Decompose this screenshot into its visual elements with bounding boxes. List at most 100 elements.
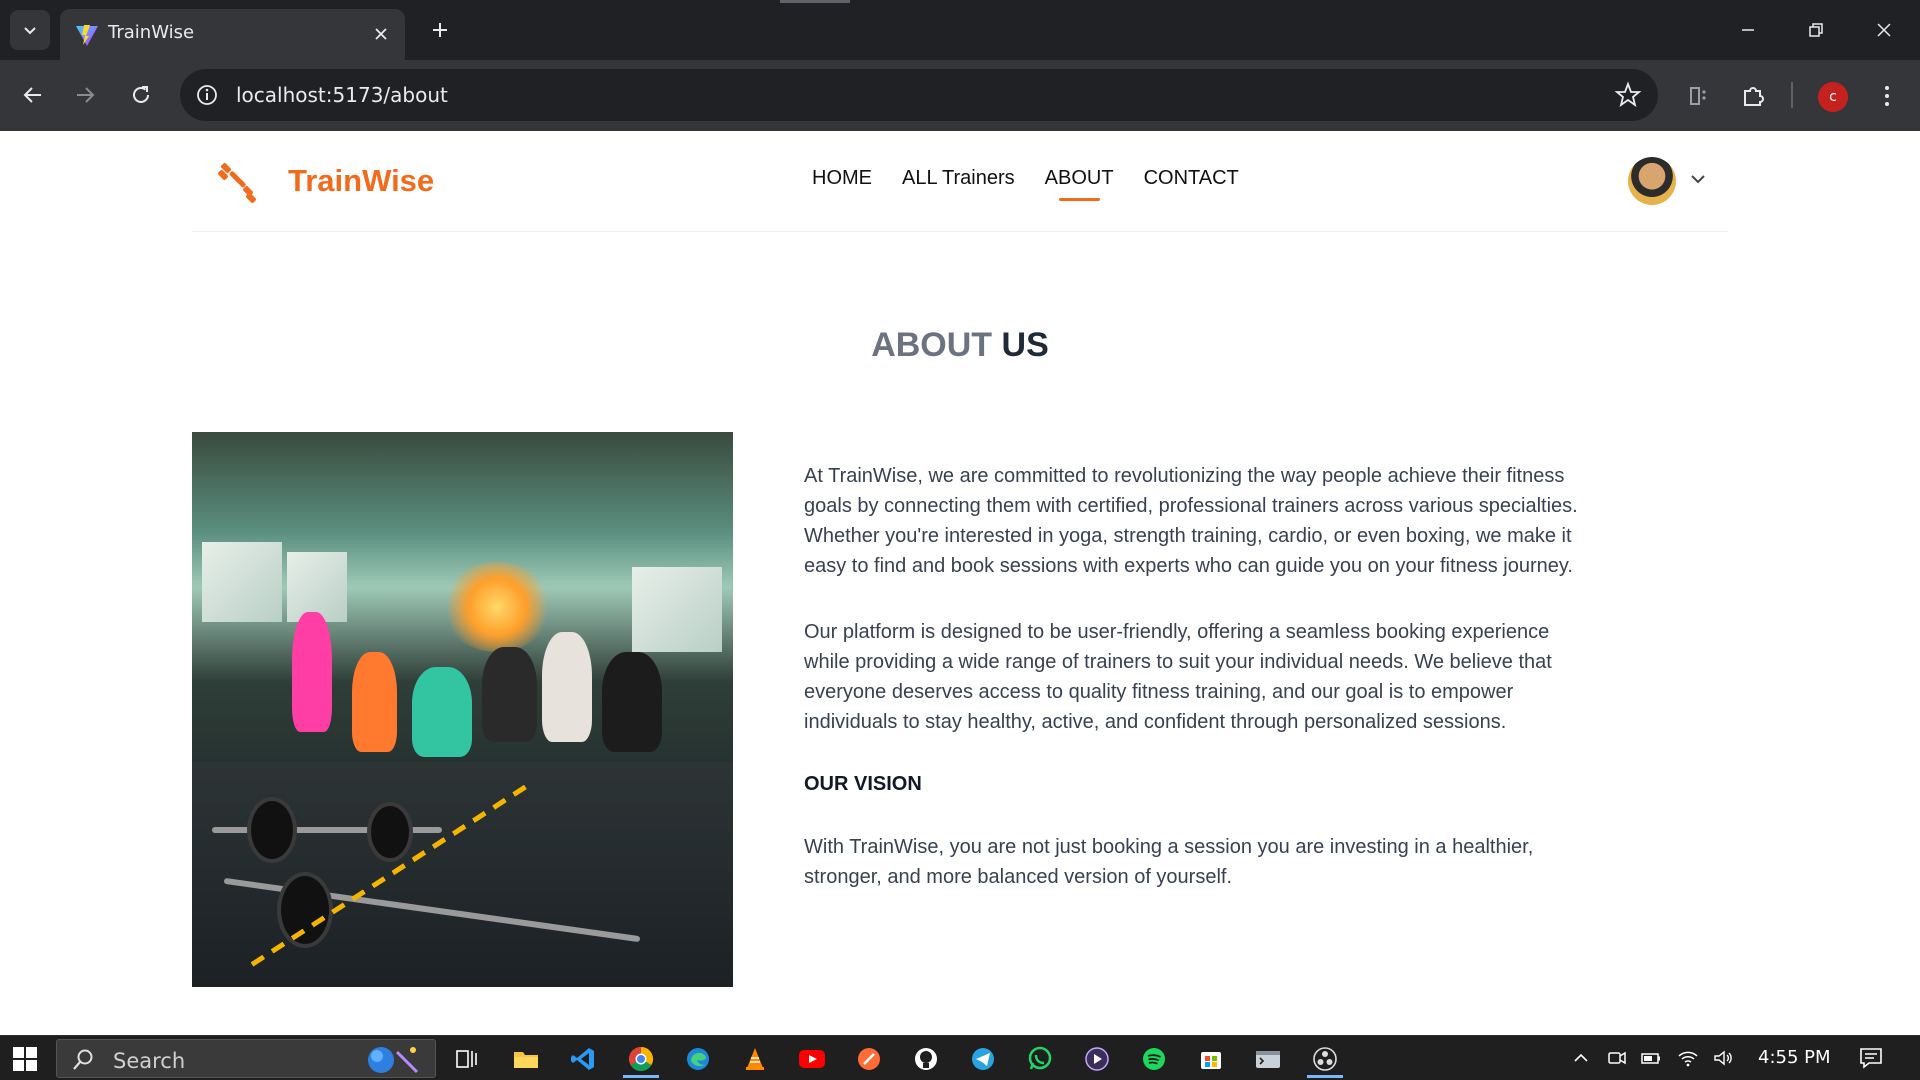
media-player-icon — [1085, 1047, 1109, 1071]
windows-start-icon[interactable] — [12, 1046, 38, 1072]
vision-heading: OUR VISION — [804, 773, 922, 795]
forward-button[interactable] — [64, 74, 106, 116]
camera-icon — [1608, 1051, 1626, 1065]
taskbar-whatsapp[interactable] — [1016, 1040, 1064, 1078]
whatsapp-icon — [1028, 1046, 1052, 1070]
volume-icon — [1714, 1050, 1732, 1066]
close-icon — [375, 28, 387, 40]
search-icon — [73, 1049, 93, 1070]
battery-icon — [1641, 1053, 1660, 1064]
github-icon — [915, 1048, 937, 1070]
taskbar-media-player[interactable] — [1073, 1040, 1121, 1078]
about-content: At TrainWise, we are committed to revolu… — [804, 461, 1580, 928]
address-bar[interactable]: localhost:5173/about — [180, 69, 1658, 121]
tray-meet-now[interactable] — [1606, 1047, 1628, 1069]
photo-sunlight — [442, 562, 552, 652]
tab-close-button[interactable] — [369, 22, 393, 46]
photo-person — [412, 667, 472, 757]
page-title-light: ABOUT — [871, 326, 993, 364]
taskbar-obs[interactable] — [1301, 1040, 1349, 1078]
taskbar-vscode[interactable] — [559, 1040, 607, 1078]
tab-search-button[interactable] — [10, 10, 50, 50]
nav-home[interactable]: HOME — [812, 167, 872, 190]
site-logo-text[interactable]: TrainWise — [288, 163, 434, 199]
taskbar-telegram[interactable] — [959, 1040, 1007, 1078]
vite-favicon-icon — [76, 25, 98, 46]
vscode-icon — [571, 1048, 594, 1070]
notification-center-icon[interactable] — [1858, 1045, 1884, 1071]
tab-title: TrainWise — [108, 22, 195, 43]
tray-battery[interactable] — [1640, 1047, 1662, 1069]
url-text[interactable]: localhost:5173/about — [236, 83, 448, 107]
nav-about[interactable]: ABOUT — [1045, 167, 1114, 201]
page-title: ABOUT US — [0, 326, 1920, 365]
taskbar-youtube[interactable] — [788, 1040, 836, 1078]
windows-taskbar: Search 4:55 PM — [0, 1035, 1920, 1080]
minimize-button[interactable] — [1714, 0, 1782, 60]
taskbar-spotify[interactable] — [1130, 1040, 1178, 1078]
store-icon — [1201, 1052, 1221, 1069]
main-nav: HOME ALL Trainers ABOUT CONTACT — [812, 167, 1239, 201]
browser-tab[interactable]: TrainWise — [60, 9, 405, 60]
new-tab-button[interactable] — [422, 12, 458, 48]
reload-button[interactable] — [120, 74, 162, 116]
profile-avatar-button[interactable]: c — [1818, 82, 1848, 112]
tab-drag-indicator — [780, 0, 850, 3]
page-title-bold: US — [1001, 326, 1049, 364]
terminal-icon — [1256, 1051, 1280, 1068]
browser-tabstrip: TrainWise — [0, 0, 1920, 60]
task-view-icon — [456, 1050, 477, 1068]
tray-volume[interactable] — [1712, 1047, 1734, 1069]
extensions-puzzle-icon[interactable] — [1737, 80, 1769, 112]
taskbar-postman[interactable] — [845, 1040, 893, 1078]
arrow-right-icon — [77, 87, 95, 103]
nav-contact[interactable]: CONTACT — [1144, 167, 1239, 190]
taskbar-search-box[interactable]: Search — [56, 1039, 436, 1078]
taskbar-github[interactable] — [902, 1040, 950, 1078]
tray-overflow-button[interactable] — [1570, 1047, 1592, 1069]
photo-person — [482, 647, 537, 742]
about-paragraph-1: At TrainWise, we are committed to revolu… — [804, 465, 1578, 577]
taskbar-chrome[interactable] — [617, 1040, 665, 1078]
chevron-down-icon[interactable] — [1688, 169, 1708, 189]
search-highlight-globe-icon — [368, 1047, 419, 1074]
close-window-button[interactable] — [1850, 0, 1918, 60]
taskbar-clock[interactable]: 4:55 PM — [1758, 1047, 1831, 1068]
restore-button[interactable] — [1782, 0, 1850, 60]
toolbar-separator — [1791, 82, 1793, 108]
photo-person — [542, 632, 592, 742]
extension-cookie-icon[interactable] — [1682, 80, 1714, 112]
chevron-up-icon — [1574, 1053, 1588, 1062]
spotify-icon — [1143, 1048, 1165, 1070]
photo-weight-plate — [247, 797, 297, 863]
restore-icon — [1809, 23, 1823, 37]
photo-weight-plate — [367, 802, 413, 862]
site-info-icon[interactable] — [194, 82, 220, 108]
wifi-icon — [1678, 1051, 1698, 1067]
back-button[interactable] — [12, 74, 54, 116]
user-avatar[interactable] — [1628, 157, 1676, 205]
taskbar-file-explorer[interactable] — [502, 1040, 550, 1078]
vision-paragraph: With TrainWise, you are not just booking… — [804, 836, 1534, 888]
taskbar-terminal[interactable] — [1244, 1040, 1292, 1078]
photo-person — [352, 652, 397, 752]
taskbar-edge[interactable] — [674, 1040, 722, 1078]
tray-wifi[interactable] — [1677, 1047, 1699, 1069]
web-page: TrainWise HOME ALL Trainers ABOUT CONTAC… — [0, 131, 1920, 1035]
kebab-menu-icon — [1885, 86, 1889, 106]
chevron-down-icon — [24, 27, 36, 35]
nav-all-trainers[interactable]: ALL Trainers — [902, 167, 1015, 190]
taskbar-store[interactable] — [1187, 1040, 1235, 1078]
site-header: TrainWise HOME ALL Trainers ABOUT CONTAC… — [192, 131, 1728, 232]
postman-icon — [858, 1048, 880, 1070]
edge-icon — [687, 1048, 709, 1070]
youtube-icon — [799, 1050, 825, 1068]
dumbbell-logo-icon[interactable] — [216, 161, 260, 205]
taskbar-search-placeholder: Search — [113, 1049, 186, 1073]
browser-menu-button[interactable] — [1871, 80, 1903, 112]
minimize-icon — [1742, 29, 1754, 31]
taskbar-vlc[interactable] — [731, 1040, 779, 1078]
close-icon — [1877, 23, 1891, 37]
bookmark-star-icon[interactable] — [1614, 81, 1642, 109]
task-view-button[interactable] — [443, 1040, 491, 1078]
